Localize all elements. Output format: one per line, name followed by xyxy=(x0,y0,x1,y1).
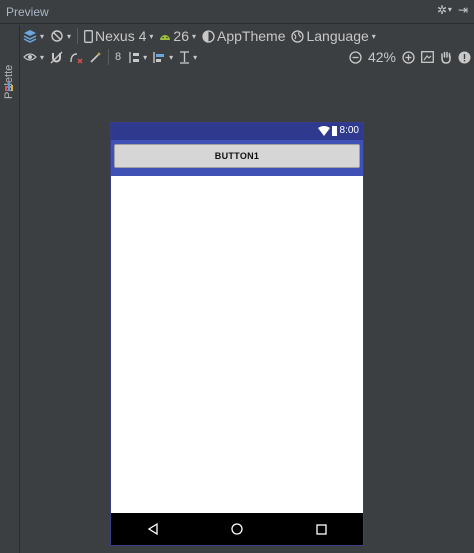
default-margin-value[interactable]: 8 xyxy=(112,51,124,63)
toolbar-divider xyxy=(77,28,79,44)
status-time: 8:00 xyxy=(339,125,359,136)
navigation-bar xyxy=(111,513,363,545)
settings-gear-icon[interactable]: ✲ ▾ xyxy=(437,4,452,16)
device-name: Nexus 4 xyxy=(95,28,147,44)
battery-icon xyxy=(332,126,337,136)
zoom-to-fit-button[interactable] xyxy=(418,51,437,63)
orientation-menu[interactable]: ▾ xyxy=(47,29,74,43)
palette-icon xyxy=(5,83,13,91)
titlebar-actions: ✲ ▾ ⇥ xyxy=(437,4,468,16)
zoom-out-icon xyxy=(349,50,362,64)
clear-constraints-icon xyxy=(70,52,83,63)
layers-icon xyxy=(23,30,37,43)
language-menu[interactable]: Language ▾ xyxy=(288,28,378,44)
wifi-icon xyxy=(318,126,330,136)
magnet-off-icon xyxy=(50,51,63,63)
design-surface-menu[interactable]: ▾ xyxy=(20,29,47,43)
magic-wand-icon xyxy=(90,51,102,63)
window-title: Preview xyxy=(6,5,49,19)
zoom-in-icon xyxy=(402,50,415,64)
zoom-in-button[interactable] xyxy=(399,50,418,64)
warnings-button[interactable] xyxy=(455,51,474,64)
chevron-down-icon: ▾ xyxy=(149,31,154,41)
chevron-down-icon: ▾ xyxy=(143,52,148,62)
layout-toolbar: ▾ 8 ▾ ▾ ▾ 42% xyxy=(20,46,474,68)
text-baseline-icon xyxy=(180,50,190,64)
theme-icon xyxy=(202,29,215,43)
chevron-down-icon: ▾ xyxy=(40,52,45,62)
api-level-menu[interactable]: 26 ▾ xyxy=(156,28,199,44)
api-level: 26 xyxy=(173,28,189,44)
chevron-down-icon: ▾ xyxy=(169,52,174,62)
pan-button[interactable] xyxy=(437,51,455,64)
align-menu[interactable]: ▾ xyxy=(150,51,176,64)
chevron-down-icon: ▾ xyxy=(191,31,196,41)
app-bar: BUTTON1 xyxy=(111,140,363,176)
pack-icon xyxy=(129,51,140,63)
infer-constraints-button[interactable] xyxy=(86,51,105,64)
globe-icon xyxy=(291,29,305,43)
layout-content-area[interactable] xyxy=(111,176,363,513)
chevron-down-icon: ▾ xyxy=(193,52,198,62)
language-label: Language xyxy=(306,28,369,44)
chevron-down-icon: ▾ xyxy=(40,31,45,41)
android-icon xyxy=(160,35,171,40)
view-options-menu[interactable]: ▾ xyxy=(20,52,47,62)
chevron-down-icon: ▾ xyxy=(67,31,72,41)
design-toolbar: ▾ ▾ Nexus 4 ▾ 26 ▾ AppTheme Language ▾ xyxy=(20,25,474,47)
device-menu[interactable]: Nexus 4 ▾ xyxy=(81,28,156,44)
theme-name: AppTheme xyxy=(217,28,286,44)
clear-constraints-button[interactable] xyxy=(66,51,86,64)
button1[interactable]: BUTTON1 xyxy=(114,144,360,168)
theme-menu[interactable]: AppTheme xyxy=(199,28,288,44)
pack-menu[interactable]: ▾ xyxy=(124,51,150,64)
recents-icon[interactable] xyxy=(316,523,327,535)
error-icon xyxy=(458,51,471,63)
rotate-icon xyxy=(51,30,63,42)
status-bar: 8:00 xyxy=(111,123,363,140)
phone-icon xyxy=(84,29,93,43)
back-icon[interactable] xyxy=(147,523,159,535)
eye-icon xyxy=(23,53,37,61)
left-tool-strip: Palette xyxy=(0,25,20,553)
autoconnect-toggle[interactable] xyxy=(47,51,66,64)
hand-icon xyxy=(441,51,451,64)
device-preview[interactable]: 8:00 BUTTON1 xyxy=(110,122,364,546)
zoom-out-button[interactable] xyxy=(346,50,365,64)
hide-panel-icon[interactable]: ⇥ xyxy=(458,4,468,16)
home-icon[interactable] xyxy=(231,523,244,535)
align-left-icon xyxy=(153,51,165,63)
guidelines-menu[interactable]: ▾ xyxy=(176,50,200,64)
preview-titlebar: Preview ✲ ▾ ⇥ xyxy=(0,0,474,24)
image-fit-icon xyxy=(421,51,434,63)
chevron-down-icon: ▾ xyxy=(371,31,376,41)
toolbar-divider xyxy=(108,49,110,65)
zoom-level: 42% xyxy=(367,49,396,65)
